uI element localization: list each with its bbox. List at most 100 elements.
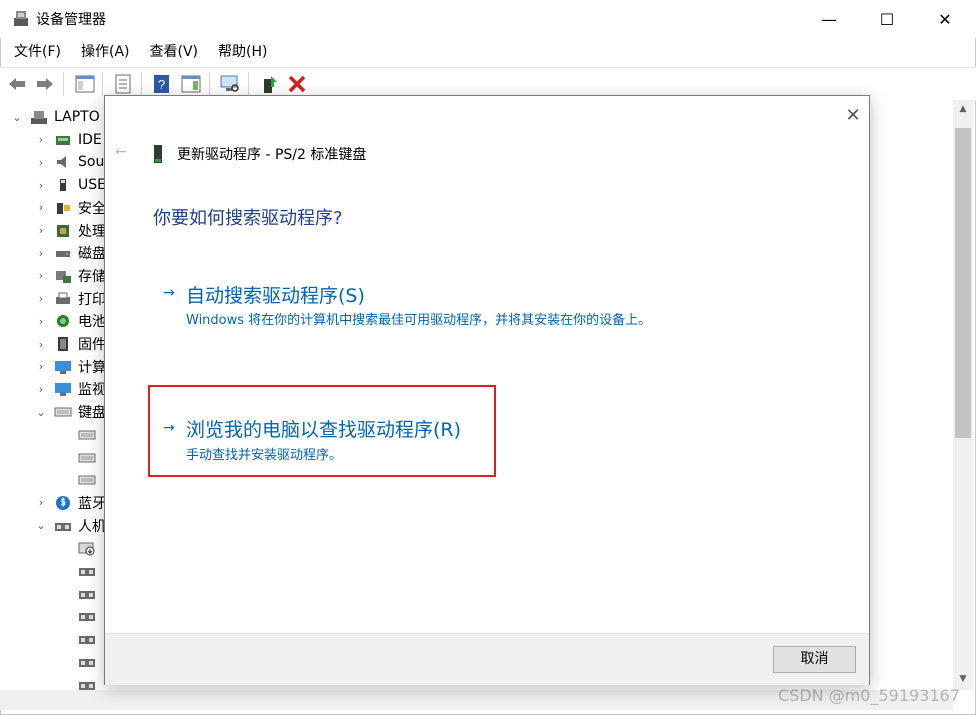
- tree-child-item[interactable]: [78, 583, 102, 605]
- close-window-button[interactable]: ✕: [916, 0, 974, 38]
- tree-item-label: 磁盘: [78, 246, 106, 263]
- menu-action[interactable]: 操作(A): [71, 38, 140, 66]
- update-driver-dialog: ✕ ← 更新驱动程序 - PS/2 标准键盘 你要如何搜索驱动程序? → 自动搜…: [104, 95, 870, 685]
- back-arrow-icon[interactable]: [6, 73, 28, 95]
- tree-category-item[interactable]: › 电池: [34, 310, 106, 332]
- security-device-icon: [57, 202, 70, 214]
- hid-device-icon: [79, 636, 95, 645]
- toolbar-separator: [63, 72, 64, 96]
- dialog-title: 更新驱动程序 - PS/2 标准键盘: [177, 147, 367, 163]
- tree-item-label: 电池: [78, 314, 106, 331]
- browse-computer-description[interactable]: 手动查找并安装驱动程序。: [186, 444, 342, 463]
- tree-child-item[interactable]: [78, 447, 102, 469]
- update-driver-icon[interactable]: [258, 73, 280, 95]
- auto-search-option[interactable]: 自动搜索驱动程序(S): [186, 281, 365, 308]
- bluetooth-icon: [56, 495, 70, 510]
- browse-computer-option[interactable]: 浏览我的电脑以查找驱动程序(R): [186, 415, 461, 442]
- chevron-right-icon[interactable]: ›: [34, 133, 48, 146]
- uninstall-device-icon[interactable]: [286, 73, 308, 95]
- tree-category-item[interactable]: › 计算: [34, 356, 106, 378]
- chevron-right-icon[interactable]: ›: [34, 247, 48, 260]
- keyboard-icon: [54, 407, 72, 417]
- tree-child-item[interactable]: [78, 424, 102, 446]
- chevron-down-icon[interactable]: ⌄: [10, 111, 24, 124]
- auto-search-description[interactable]: Windows 将在你的计算机中搜索最佳可用驱动程序，并将其安装在你的设备上。: [186, 309, 651, 328]
- tree-category-item[interactable]: ⌄ 键盘: [34, 401, 106, 423]
- tree-child-item[interactable]: [78, 628, 102, 650]
- chevron-right-icon[interactable]: ›: [34, 269, 48, 282]
- tree-item-label: 安全: [78, 200, 106, 217]
- tree-category-item[interactable]: › Sou: [34, 151, 105, 173]
- tree-category-item[interactable]: › USE: [34, 174, 106, 196]
- menu-view[interactable]: 查看(V): [140, 38, 209, 66]
- monitor-icon: [55, 383, 71, 397]
- chevron-right-icon[interactable]: ›: [34, 292, 48, 305]
- tree-category-item[interactable]: › 磁盘: [34, 242, 106, 264]
- toolbar-separator: [102, 72, 103, 96]
- tree-child-item[interactable]: [78, 605, 102, 627]
- tree-item-label: 存储: [78, 268, 106, 285]
- storage-controller-icon: [56, 270, 71, 283]
- tree-child-item[interactable]: [78, 560, 102, 582]
- cancel-button[interactable]: 取消: [773, 646, 856, 673]
- help-icon[interactable]: ?: [151, 73, 173, 95]
- show-hide-console-tree-icon[interactable]: [74, 73, 96, 95]
- chevron-right-icon[interactable]: ›: [34, 224, 48, 237]
- tree-item-label: 键盘: [78, 405, 106, 422]
- tree-category-item[interactable]: › 存储: [34, 265, 106, 287]
- menu-file[interactable]: 文件(F): [4, 38, 71, 66]
- battery-icon: [57, 315, 69, 328]
- dialog-close-button[interactable]: ✕: [841, 104, 865, 128]
- tree-child-item[interactable]: [78, 651, 102, 673]
- menu-help[interactable]: 帮助(H): [208, 38, 277, 66]
- tree-child-item[interactable]: [78, 537, 102, 559]
- printer-icon: [56, 292, 70, 304]
- action-pane-icon[interactable]: [180, 73, 202, 95]
- chevron-right-icon[interactable]: ›: [34, 201, 48, 214]
- menu-bar: 文件(F) 操作(A) 查看(V) 帮助(H): [0, 38, 976, 66]
- chevron-right-icon[interactable]: ›: [34, 338, 48, 351]
- toolbar-separator: [209, 72, 210, 96]
- tree-category-item[interactable]: › 监视: [34, 378, 106, 400]
- ide-controller-icon: [56, 135, 70, 145]
- chevron-right-icon[interactable]: ›: [34, 315, 48, 328]
- tree-category-item[interactable]: › 处理: [34, 220, 106, 242]
- chevron-right-icon[interactable]: ›: [34, 383, 48, 396]
- tree-category-item[interactable]: › 固件: [34, 333, 106, 355]
- tree-child-item[interactable]: [78, 469, 102, 491]
- keyboard-driver-icon: [154, 145, 162, 163]
- minimize-button[interactable]: —: [800, 0, 858, 38]
- arrow-right-icon[interactable]: →: [163, 285, 175, 301]
- hid-device-icon: [79, 568, 95, 576]
- tree-root-label: LAPTO: [54, 109, 100, 125]
- chevron-down-icon[interactable]: ⌄: [34, 519, 48, 532]
- tree-category-item[interactable]: › IDE: [34, 129, 102, 151]
- keyboard-device-icon: [78, 453, 96, 462]
- hid-icon: [55, 522, 71, 531]
- scrollbar-thumb[interactable]: [955, 128, 971, 438]
- device-manager-icon: [14, 11, 28, 26]
- arrow-right-icon[interactable]: →: [163, 420, 175, 436]
- tree-category-item[interactable]: ⌄ 人机: [34, 515, 106, 537]
- properties-icon[interactable]: [112, 73, 134, 95]
- tree-category-item[interactable]: › 打印: [34, 288, 106, 310]
- chevron-right-icon[interactable]: ›: [34, 156, 48, 169]
- maximize-button[interactable]: ☐: [858, 0, 916, 38]
- back-arrow-icon[interactable]: ←: [115, 144, 127, 160]
- chevron-right-icon[interactable]: ›: [34, 360, 48, 373]
- close-icon: ✕: [938, 9, 952, 29]
- tree-item-label: USE: [78, 177, 106, 194]
- hid-device-icon: [79, 590, 95, 599]
- tree-category-item[interactable]: › 蓝牙: [34, 492, 106, 514]
- scroll-up-icon[interactable]: ▲: [953, 100, 973, 118]
- chevron-right-icon[interactable]: ›: [34, 496, 48, 509]
- tree-child-item[interactable]: [78, 674, 102, 691]
- chevron-down-icon[interactable]: ⌄: [34, 406, 48, 419]
- chevron-right-icon[interactable]: ›: [34, 179, 48, 192]
- tree-category-item[interactable]: › 安全: [34, 197, 106, 219]
- scan-hardware-icon[interactable]: [219, 73, 241, 95]
- speaker-icon: [57, 156, 66, 169]
- forward-arrow-icon[interactable]: [34, 73, 56, 95]
- tree-root[interactable]: ⌄ LAPTO: [10, 106, 100, 128]
- tree-item-label: 计算: [78, 359, 106, 376]
